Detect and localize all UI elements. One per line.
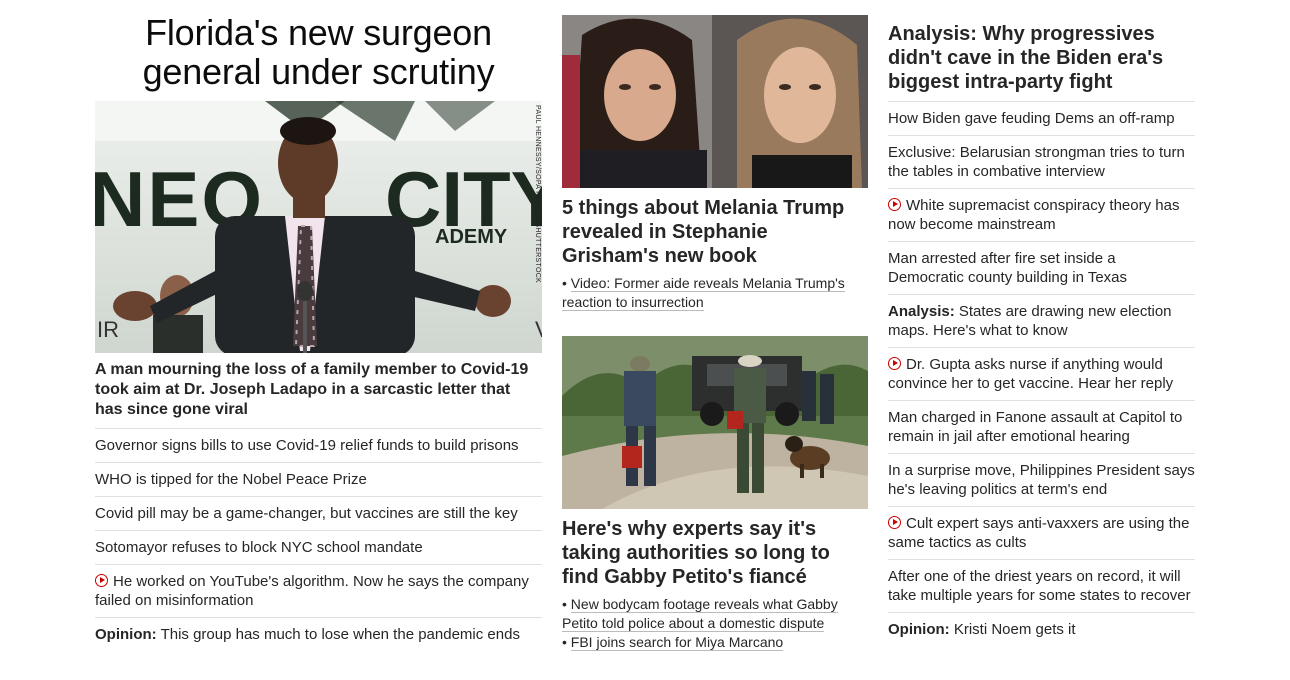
list-item[interactable]: Opinion: Kristi Noem gets it — [888, 612, 1195, 646]
list-item-text: Sotomayor refuses to block NYC school ma… — [95, 539, 423, 556]
video-play-icon — [888, 516, 901, 529]
list-item[interactable]: White supremacist conspiracy theory has … — [888, 188, 1195, 241]
right-column: Analysis: Why progressives didn't cave i… — [888, 0, 1195, 646]
left-headline-list: Governor signs bills to use Covid-19 rel… — [95, 428, 542, 651]
list-item[interactable]: Cult expert says anti-vaxxers are using … — [888, 506, 1195, 559]
list-item[interactable]: After one of the driest years on record,… — [888, 559, 1195, 612]
list-item[interactable]: In a surprise move, Philippines Presiden… — [888, 453, 1195, 506]
list-item-text: Exclusive: Belarusian strongman tries to… — [888, 144, 1185, 180]
image-credit: PAUL HENNESSY/SOPA IMAGES/SHUTTERSTOCK — [534, 105, 541, 284]
lead-subheadline[interactable]: A man mourning the loss of a family memb… — [95, 360, 542, 420]
related-link[interactable]: Video: Former aide reveals Melania Trump… — [562, 275, 845, 311]
list-item-text: Dr. Gupta asks nurse if anything would c… — [888, 356, 1174, 392]
list-item[interactable]: Sotomayor refuses to block NYC school ma… — [95, 530, 542, 564]
list-item[interactable]: Governor signs bills to use Covid-19 rel… — [95, 428, 542, 462]
list-item-text: In a surprise move, Philippines Presiden… — [888, 462, 1195, 498]
list-item-text: After one of the driest years on record,… — [888, 568, 1191, 604]
list-item[interactable]: Exclusive: Belarusian strongman tries to… — [888, 135, 1195, 188]
card-headline[interactable]: 5 things about Melania Trump revealed in… — [562, 196, 868, 268]
middle-column: 5 things about Melania Trump revealed in… — [562, 0, 868, 652]
list-item-text: White supremacist conspiracy theory has … — [888, 197, 1180, 233]
list-item-text: He worked on YouTube's algorithm. Now he… — [95, 573, 529, 609]
list-item[interactable]: Covid pill may be a game-changer, but va… — [95, 496, 542, 530]
related-link[interactable]: FBI joins search for Miya Marcano — [570, 634, 784, 651]
gabby-petito-search-image[interactable] — [562, 336, 868, 509]
svg-text:VI: VI — [535, 317, 542, 342]
list-item[interactable]: Analysis: States are drawing new electio… — [888, 294, 1195, 347]
right-headline-list: How Biden gave feuding Dems an off-ramp … — [888, 101, 1195, 646]
video-play-icon — [888, 198, 901, 211]
analysis-headline[interactable]: Analysis: Why progressives didn't cave i… — [888, 22, 1195, 94]
list-item-text: Covid pill may be a game-changer, but va… — [95, 505, 518, 522]
list-item[interactable]: Man charged in Fanone assault at Capitol… — [888, 400, 1195, 453]
item-label-prefix: Opinion: — [95, 626, 157, 643]
list-item-text: Governor signs bills to use Covid-19 rel… — [95, 437, 519, 454]
item-label-prefix: Analysis: — [888, 303, 955, 320]
item-label-prefix: Opinion: — [888, 621, 950, 638]
list-item[interactable]: How Biden gave feuding Dems an off-ramp — [888, 101, 1195, 135]
list-item[interactable]: He worked on YouTube's algorithm. Now he… — [95, 564, 542, 617]
card-headline[interactable]: Here's why experts say it's taking autho… — [562, 517, 868, 589]
list-item-text: Kristi Noem gets it — [953, 621, 1076, 638]
related-link[interactable]: New bodycam footage reveals what Gabby P… — [562, 596, 838, 632]
list-item-text: WHO is tipped for the Nobel Peace Prize — [95, 471, 367, 488]
video-play-icon — [95, 574, 108, 587]
list-item[interactable]: WHO is tipped for the Nobel Peace Prize — [95, 462, 542, 496]
list-item[interactable]: Opinion: This group has much to lose whe… — [95, 617, 542, 651]
list-item-text: Man charged in Fanone assault at Capitol… — [888, 409, 1183, 445]
list-item-text: Cult expert says anti-vaxxers are using … — [888, 515, 1190, 551]
list-item[interactable]: Dr. Gupta asks nurse if anything would c… — [888, 347, 1195, 400]
svg-text:ADEMY: ADEMY — [435, 226, 508, 248]
video-play-icon — [888, 357, 901, 370]
lead-image[interactable]: NEO CITY ADEMY IR VI PAUL HENNESSY — [95, 101, 542, 353]
list-item[interactable]: Man arrested after fire set inside a Dem… — [888, 241, 1195, 294]
list-item-text: How Biden gave feuding Dems an off-ramp — [888, 110, 1175, 127]
svg-text:IR: IR — [97, 317, 119, 342]
left-column: Florida's new surgeon general under scru… — [95, 0, 542, 651]
card-related-links: • New bodycam footage reveals what Gabby… — [562, 596, 838, 651]
list-item-text: Man arrested after fire set inside a Dem… — [888, 250, 1128, 286]
lead-headline[interactable]: Florida's new surgeon general under scru… — [95, 13, 542, 91]
melania-grisham-image[interactable] — [562, 15, 868, 188]
list-item-text: This group has much to lose when the pan… — [160, 626, 520, 643]
card-related-links: • Video: Former aide reveals Melania Tru… — [562, 275, 845, 311]
